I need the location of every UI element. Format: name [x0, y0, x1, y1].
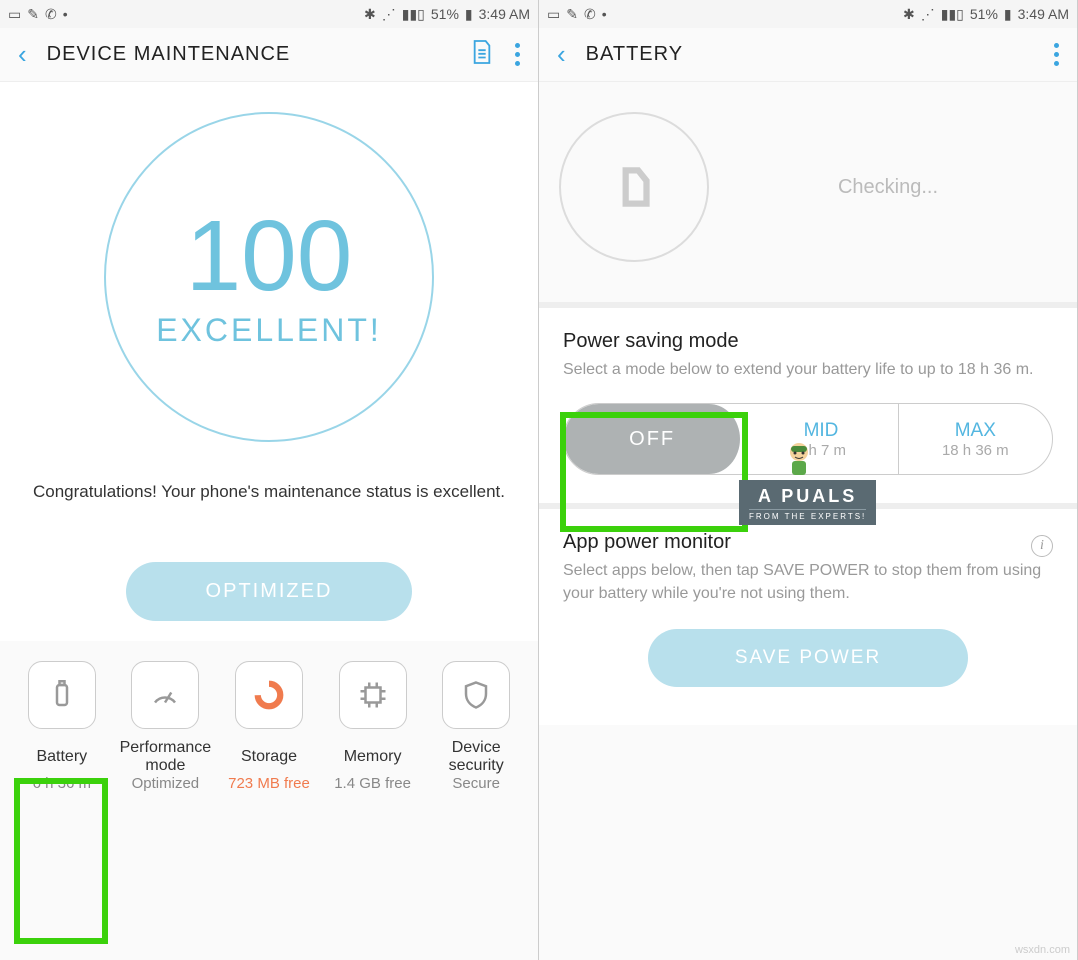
clock: 3:49 AM — [1018, 6, 1069, 22]
nav-label: Device security — [429, 739, 523, 775]
annotation-highlight — [14, 778, 108, 944]
dot-icon: • — [602, 6, 607, 22]
watermark-logo: A PUALS FROM THE EXPERTS! — [739, 480, 876, 525]
bluetooth-icon: ✱ — [364, 6, 376, 23]
power-mode-mid[interactable]: MID 8 h 7 m — [744, 404, 898, 474]
back-button[interactable]: ‹ — [557, 39, 566, 70]
mode-estimate: 18 h 36 m — [942, 442, 1009, 459]
mode-label: OFF — [629, 428, 675, 451]
score-grade: EXCELLENT! — [156, 312, 382, 349]
nav-sub: 1.4 GB free — [334, 775, 411, 792]
battery-icon: ▮ — [1004, 6, 1012, 23]
signal-icon: ▮▮▯ — [402, 6, 425, 23]
app-bar: ‹ BATTERY — [539, 28, 1077, 82]
nav-performance[interactable]: Performance mode Optimized — [118, 661, 212, 792]
brand-name: A PUALS — [749, 486, 866, 507]
section-heading: App power monitor — [563, 531, 1031, 554]
storage-icon — [254, 680, 284, 710]
app-bar: ‹ DEVICE MAINTENANCE — [0, 28, 538, 82]
draft-icon: ✎ — [566, 6, 578, 23]
battery-pct: 51% — [431, 6, 459, 22]
nav-battery[interactable]: Battery 6 h 36 m — [15, 661, 109, 792]
whatsapp-icon: ✆ — [45, 6, 57, 23]
back-button[interactable]: ‹ — [18, 39, 27, 70]
nav-label: Battery — [36, 739, 87, 775]
info-icon[interactable]: i — [1031, 535, 1053, 557]
document-icon — [609, 162, 659, 212]
checking-text: Checking... — [749, 176, 1057, 199]
report-icon[interactable] — [471, 39, 493, 70]
more-icon[interactable] — [515, 43, 520, 66]
section-desc: Select apps below, then tap SAVE POWER t… — [563, 560, 1053, 605]
more-icon[interactable] — [1054, 43, 1059, 66]
page-title: DEVICE MAINTENANCE — [47, 43, 471, 66]
bluetooth-icon: ✱ — [903, 6, 915, 23]
clock: 3:49 AM — [479, 6, 530, 22]
chip-icon — [358, 680, 388, 710]
brand-tagline: FROM THE EXPERTS! — [749, 509, 866, 521]
gallery-icon: ▭ — [8, 6, 21, 23]
status-bar: ▭ ✎ ✆ • ✱ ⋰ ▮▮▯ 51% ▮ 3:49 AM — [0, 0, 538, 28]
mode-label: MAX — [955, 420, 996, 442]
section-heading: Power saving mode — [563, 330, 1053, 353]
device-maintenance-screen: ▭ ✎ ✆ • ✱ ⋰ ▮▮▯ 51% ▮ 3:49 AM ‹ DEVICE M… — [0, 0, 539, 960]
power-mode-max[interactable]: MAX 18 h 36 m — [899, 404, 1052, 474]
battery-progress-circle — [559, 112, 709, 262]
whatsapp-icon: ✆ — [584, 6, 596, 23]
dot-icon: • — [63, 6, 68, 22]
gauge-icon — [150, 680, 180, 710]
mascot-icon — [779, 438, 819, 478]
nav-storage[interactable]: Storage 723 MB free — [222, 661, 316, 792]
app-monitor-section: App power monitor i Select apps below, t… — [539, 509, 1077, 725]
battery-icon: ▮ — [465, 6, 473, 23]
signal-icon: ▮▮▯ — [941, 6, 964, 23]
save-power-button[interactable]: SAVE POWER — [648, 629, 968, 687]
gallery-icon: ▭ — [547, 6, 560, 23]
wifi-icon: ⋰ — [382, 6, 396, 23]
score-circle: 100 EXCELLENT! — [104, 112, 434, 442]
shield-icon — [461, 680, 491, 710]
congrats-text: Congratulations! Your phone's maintenanc… — [0, 482, 538, 502]
maintenance-content: 100 EXCELLENT! Congratulations! Your pho… — [0, 82, 538, 641]
source-watermark: wsxdn.com — [1015, 944, 1070, 956]
page-title: BATTERY — [586, 43, 1054, 66]
nav-label: Memory — [344, 739, 402, 775]
nav-sub: Secure — [452, 775, 500, 792]
nav-sub: 6 h 36 m — [33, 775, 91, 792]
nav-sub: Optimized — [132, 775, 200, 792]
battery-pct: 51% — [970, 6, 998, 22]
draft-icon: ✎ — [27, 6, 39, 23]
battery-summary: Checking... — [539, 82, 1077, 308]
nav-label: Storage — [241, 739, 297, 775]
optimized-button[interactable]: OPTIMIZED — [126, 562, 413, 621]
nav-sub: 723 MB free — [228, 775, 310, 792]
power-mode-off[interactable]: OFF — [564, 404, 744, 474]
bottom-nav: Battery 6 h 36 m Performance mode Optimi… — [0, 641, 538, 792]
nav-label: Performance mode — [118, 739, 212, 775]
wifi-icon: ⋰ — [921, 6, 935, 23]
score-value: 100 — [186, 206, 353, 306]
section-desc: Select a mode below to extend your batte… — [563, 359, 1053, 381]
nav-memory[interactable]: Memory 1.4 GB free — [326, 661, 420, 792]
battery-icon — [47, 680, 77, 710]
nav-security[interactable]: Device security Secure — [429, 661, 523, 792]
battery-screen: ▭ ✎ ✆ • ✱ ⋰ ▮▮▯ 51% ▮ 3:49 AM ‹ BATTERY … — [539, 0, 1078, 960]
status-bar: ▭ ✎ ✆ • ✱ ⋰ ▮▮▯ 51% ▮ 3:49 AM — [539, 0, 1077, 28]
